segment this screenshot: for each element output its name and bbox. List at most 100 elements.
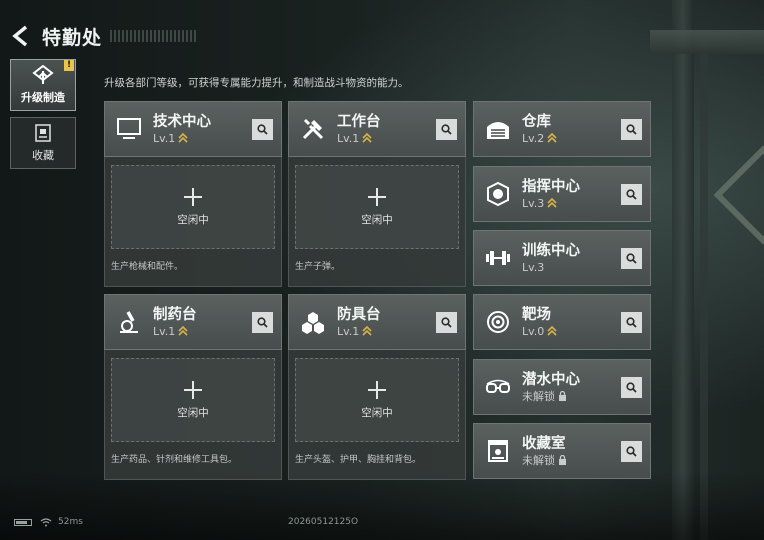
facility-level: Lv.3 bbox=[522, 260, 545, 274]
lock-icon bbox=[559, 391, 566, 401]
page-title: 特勤处 bbox=[42, 26, 103, 49]
search-button[interactable] bbox=[436, 312, 457, 333]
facility-header[interactable]: 工作台 Lv.1 bbox=[288, 101, 466, 157]
target-icon bbox=[480, 304, 516, 340]
idle-status: 空闲中 bbox=[177, 406, 209, 419]
idle-status: 空闲中 bbox=[361, 406, 393, 419]
facility-name: 收藏室 bbox=[522, 435, 566, 452]
background-beam bbox=[650, 30, 764, 54]
background-pillar bbox=[672, 0, 694, 540]
facility-header[interactable]: 靶场 Lv.0 bbox=[473, 294, 651, 350]
idle-production-slot[interactable]: 空闲中 bbox=[111, 358, 275, 442]
facility-description: 生产头盔、护甲、胸挂和背包。 bbox=[295, 455, 422, 465]
facility-level: Lv.1 bbox=[153, 131, 176, 145]
facility-description: 生产枪械和配件。 bbox=[111, 262, 184, 272]
facility-name: 指挥中心 bbox=[522, 178, 580, 195]
search-icon bbox=[626, 382, 637, 393]
lock-icon bbox=[559, 455, 566, 465]
back-arrow-icon[interactable] bbox=[8, 23, 34, 49]
production-slot-panel: 空闲中 生产子弹。 bbox=[288, 157, 466, 287]
facility-level: Lv.0 bbox=[522, 324, 545, 338]
facility-level: Lv.3 bbox=[522, 196, 545, 210]
dumbbell-icon bbox=[480, 240, 516, 276]
facility-description: 生产子弹。 bbox=[295, 262, 341, 272]
ping-readout: 52ms bbox=[58, 517, 83, 527]
facility-card-pharmacy: 制药台 Lv.1 空闲中 生产药品、针剂和维修工具包。 bbox=[104, 294, 282, 480]
wifi-icon bbox=[40, 517, 52, 526]
upgrade-arrow-icon bbox=[547, 133, 557, 143]
tab-label: 收藏 bbox=[32, 149, 54, 162]
facility-header[interactable]: 制药台 Lv.1 bbox=[104, 294, 282, 350]
plus-icon bbox=[184, 187, 202, 206]
facility-name: 潜水中心 bbox=[522, 371, 580, 388]
tab-collection[interactable]: 收藏 bbox=[10, 117, 76, 169]
facility-header[interactable]: 收藏室 未解锁 bbox=[473, 423, 651, 479]
tools-icon bbox=[295, 111, 331, 147]
plus-icon bbox=[368, 380, 386, 399]
upgrade-arrow-icon bbox=[178, 133, 188, 143]
facility-name: 训练中心 bbox=[522, 242, 580, 259]
facility-card-diving-center: 潜水中心 未解锁 bbox=[473, 359, 651, 415]
facility-name: 工作台 bbox=[337, 113, 381, 130]
computer-icon bbox=[111, 111, 147, 147]
search-icon bbox=[626, 189, 637, 200]
search-button[interactable] bbox=[621, 184, 642, 205]
facility-name: 防具台 bbox=[337, 306, 381, 323]
search-button[interactable] bbox=[621, 441, 642, 462]
facility-header[interactable]: 指挥中心 Lv.3 bbox=[473, 166, 651, 222]
idle-production-slot[interactable]: 空闲中 bbox=[295, 358, 459, 442]
facility-card-armor-bench: 防具台 Lv.1 空闲中 生产头盔、护甲、胸挂和背包。 bbox=[288, 294, 466, 480]
facility-card-tech-center: 技术中心 Lv.1 空闲中 生产枪械和配件。 bbox=[104, 101, 282, 287]
facility-level: Lv.1 bbox=[337, 324, 360, 338]
upgrade-arrow-icon bbox=[547, 198, 557, 208]
search-button[interactable] bbox=[252, 312, 273, 333]
tab-label: 升级制造 bbox=[21, 91, 65, 104]
search-button[interactable] bbox=[621, 248, 642, 269]
search-icon bbox=[441, 317, 452, 328]
search-button[interactable] bbox=[436, 119, 457, 140]
background-diamond-sign bbox=[713, 145, 764, 245]
facility-card-shooting-range: 靶场 Lv.0 bbox=[473, 294, 651, 350]
search-icon bbox=[626, 124, 637, 135]
title-decoration bbox=[110, 30, 197, 42]
search-icon bbox=[626, 253, 637, 264]
facility-lock-status: 未解锁 bbox=[522, 389, 555, 403]
search-button[interactable] bbox=[621, 377, 642, 398]
armor-plates-icon bbox=[295, 304, 331, 340]
search-button[interactable] bbox=[621, 312, 642, 333]
chip-icon bbox=[480, 176, 516, 212]
facility-name: 技术中心 bbox=[153, 113, 211, 130]
search-button[interactable] bbox=[252, 119, 273, 140]
plus-icon bbox=[368, 187, 386, 206]
plus-icon bbox=[184, 380, 202, 399]
facility-header[interactable]: 技术中心 Lv.1 bbox=[104, 101, 282, 157]
tab-upgrade-manufacture[interactable]: ! 升级制造 bbox=[10, 59, 76, 111]
production-slot-panel: 空闲中 生产头盔、护甲、胸挂和背包。 bbox=[288, 350, 466, 480]
facility-level: Lv.1 bbox=[337, 131, 360, 145]
facility-description: 生产药品、针剂和维修工具包。 bbox=[111, 455, 238, 465]
background-pillar bbox=[700, 40, 708, 540]
idle-production-slot[interactable]: 空闲中 bbox=[295, 165, 459, 249]
page-description: 升级各部门等级，可获得专属能力提升，和制造战斗物资的能力。 bbox=[104, 77, 409, 89]
search-icon bbox=[441, 124, 452, 135]
idle-production-slot[interactable]: 空闲中 bbox=[111, 165, 275, 249]
idle-status: 空闲中 bbox=[177, 213, 209, 226]
search-button[interactable] bbox=[621, 119, 642, 140]
facility-header[interactable]: 仓库 Lv.2 bbox=[473, 101, 651, 157]
facility-card-workbench: 工作台 Lv.1 空闲中 生产子弹。 bbox=[288, 101, 466, 287]
battery-icon bbox=[14, 518, 32, 526]
facility-card-collection-room: 收藏室 未解锁 bbox=[473, 423, 651, 479]
facility-header[interactable]: 训练中心 Lv.3 bbox=[473, 230, 651, 286]
upgrade-arrow-icon bbox=[362, 133, 372, 143]
upgrade-arrow-icon bbox=[178, 326, 188, 336]
facility-card-warehouse: 仓库 Lv.2 bbox=[473, 101, 651, 157]
warehouse-icon bbox=[480, 111, 516, 147]
facility-name: 仓库 bbox=[522, 113, 551, 130]
production-slot-panel: 空闲中 生产药品、针剂和维修工具包。 bbox=[104, 350, 282, 480]
notification-badge: ! bbox=[64, 60, 74, 71]
facility-card-command-center: 指挥中心 Lv.3 bbox=[473, 166, 651, 222]
facility-header[interactable]: 潜水中心 未解锁 bbox=[473, 359, 651, 415]
upgrade-arrow-icon bbox=[362, 326, 372, 336]
facility-header[interactable]: 防具台 Lv.1 bbox=[288, 294, 466, 350]
search-icon bbox=[626, 317, 637, 328]
